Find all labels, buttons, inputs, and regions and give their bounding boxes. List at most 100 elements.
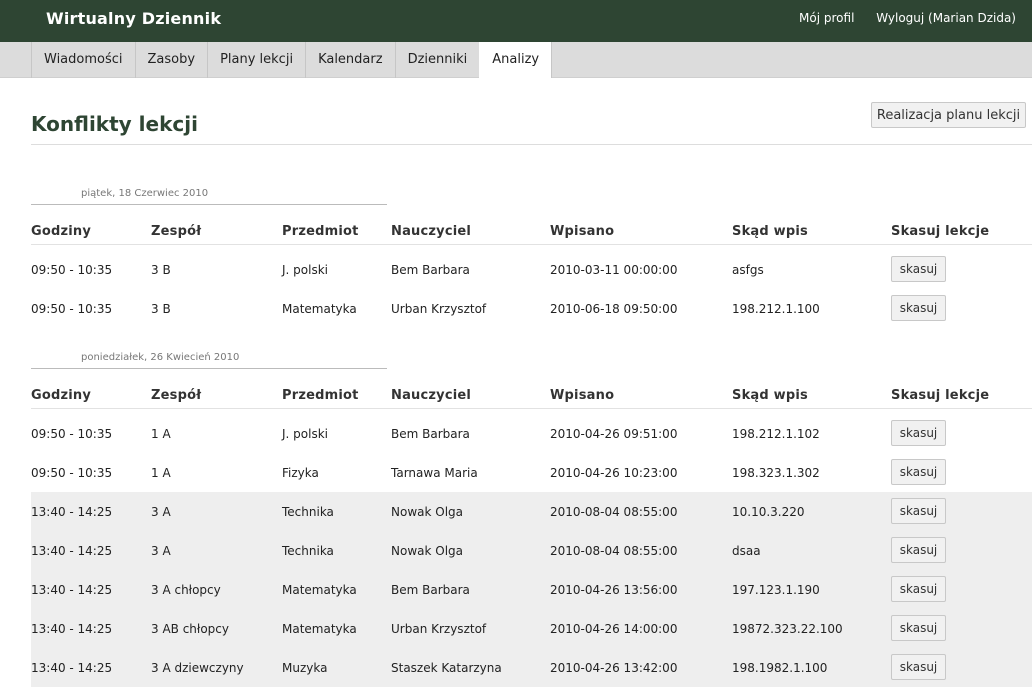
cell-teacher: Bem Barbara <box>391 263 470 277</box>
delete-lesson-button[interactable]: skasuj <box>891 615 946 641</box>
cell-subject: Muzyka <box>282 661 328 675</box>
cell-entered: 2010-08-04 08:55:00 <box>550 505 678 519</box>
app-title: Wirtualny Dziennik <box>46 9 222 28</box>
tab-dzienniki[interactable]: Dzienniki <box>394 42 480 78</box>
cell-team: 3 B <box>151 263 171 277</box>
table-row: 13:40 - 14:25 3 A dziewczyny Muzyka Staszek… <box>31 648 1032 687</box>
tab-plany-lekcji[interactable]: Plany lekcji <box>207 42 305 78</box>
column-header-subject: Przedmiot <box>282 388 359 403</box>
logout-link[interactable]: Wyloguj (Marian Dzida) <box>876 11 1016 25</box>
column-header-hours: Godziny <box>31 224 92 239</box>
cell-teacher: Bem Barbara <box>391 583 470 597</box>
column-header-delete: Skasuj lekcje <box>891 388 990 403</box>
group-date: piątek, 18 Czerwiec 2010 <box>81 188 209 199</box>
table-row: 09:50 - 10:35 3 B Matematyka Urban Krzyszto… <box>31 289 1032 328</box>
delete-lesson-button[interactable]: skasuj <box>891 576 946 602</box>
cell-teacher: Urban Krzysztof <box>391 302 487 316</box>
cell-source: 198.323.1.302 <box>732 466 820 480</box>
tab-zasoby[interactable]: Zasoby <box>134 42 208 78</box>
column-header-team: Zespół <box>151 224 202 239</box>
cell-hours: 13:40 - 14:25 <box>31 622 113 636</box>
column-header-hours: Godziny <box>31 388 92 403</box>
cell-entered: 2010-04-26 09:51:00 <box>550 427 678 441</box>
cell-hours: 13:40 - 14:25 <box>31 661 113 675</box>
cell-entered: 2010-04-26 10:23:00 <box>550 466 678 480</box>
cell-entered: 2010-04-26 14:00:00 <box>550 622 678 636</box>
cell-team: 3 B <box>151 302 171 316</box>
column-header-teacher: Nauczyciel <box>391 224 472 239</box>
cell-entered: 2010-06-18 09:50:00 <box>550 302 678 316</box>
delete-lesson-button[interactable]: skasuj <box>891 498 946 524</box>
cell-teacher: Tarnawa Maria <box>391 466 478 480</box>
delete-lesson-button[interactable]: skasuj <box>891 256 946 282</box>
date-divider <box>31 204 387 205</box>
cell-source: 198.212.1.102 <box>732 427 820 441</box>
cell-source: 10.10.3.220 <box>732 505 805 519</box>
lesson-plan-realization-button[interactable]: Realizacja planu lekcji <box>871 102 1026 128</box>
cell-source: dsaa <box>732 544 761 558</box>
cell-team: 1 A <box>151 466 171 480</box>
cell-subject: Matematyka <box>282 302 357 316</box>
cell-subject: Fizyka <box>282 466 319 480</box>
cell-entered: 2010-03-11 00:00:00 <box>550 263 678 277</box>
cell-teacher: Staszek Katarzyna <box>391 661 502 675</box>
cell-entered: 2010-08-04 08:55:00 <box>550 544 678 558</box>
cell-hours: 13:40 - 14:25 <box>31 505 113 519</box>
table-body: 09:50 - 10:35 3 B J. polski Bem Barbara 2010… <box>31 250 1032 328</box>
cell-hours: 13:40 - 14:25 <box>31 583 113 597</box>
cell-subject: Matematyka <box>282 583 357 597</box>
table-row: 13:40 - 14:25 3 A chłopcy Matematyka Bem Ba… <box>31 570 1032 609</box>
cell-subject: Matematyka <box>282 622 357 636</box>
table-row: 13:40 - 14:25 3 AB chłopcy Matematyka Urban… <box>31 609 1032 648</box>
delete-lesson-button[interactable]: skasuj <box>891 654 946 680</box>
table-row: 13:40 - 14:25 3 A Technika Nowak Olga 2010-0… <box>31 531 1032 570</box>
column-header-teacher: Nauczyciel <box>391 388 472 403</box>
cell-team: 1 A <box>151 427 171 441</box>
table-row: 09:50 - 10:35 1 A J. polski Bem Barbara 2010… <box>31 414 1032 453</box>
table-header: Godziny Zespół Przedmiot Nauczyciel Wpisano S… <box>31 224 1032 245</box>
date-divider <box>31 368 387 369</box>
cell-teacher: Nowak Olga <box>391 505 463 519</box>
delete-lesson-button[interactable]: skasuj <box>891 295 946 321</box>
tab-wiadomości[interactable]: Wiadomości <box>31 42 135 78</box>
group-date: poniedziałek, 26 Kwiecień 2010 <box>81 352 240 363</box>
cell-source: 198.212.1.100 <box>732 302 820 316</box>
table-row: 09:50 - 10:35 1 A Fizyka Tarnawa Maria 2010-… <box>31 453 1032 492</box>
column-header-entered: Wpisano <box>550 224 615 239</box>
cell-teacher: Nowak Olga <box>391 544 463 558</box>
tab-analizy[interactable]: Analizy <box>479 42 553 78</box>
table-row: 13:40 - 14:25 3 A Technika Nowak Olga 2010-0… <box>31 492 1032 531</box>
nav-tabs-bar: Wiadomości Zasoby Plany lekcji Kalendarz Dzi… <box>0 42 1032 78</box>
cell-subject: J. polski <box>282 263 328 277</box>
cell-team: 3 A <box>151 505 171 519</box>
nav-tabs: Wiadomości Zasoby Plany lekcji Kalendarz Dzi… <box>31 42 553 78</box>
cell-source: asfgs <box>732 263 764 277</box>
table-header: Godziny Zespół Przedmiot Nauczyciel Wpisano S… <box>31 388 1032 409</box>
cell-teacher: Bem Barbara <box>391 427 470 441</box>
delete-lesson-button[interactable]: skasuj <box>891 537 946 563</box>
table-row: 09:50 - 10:35 3 B J. polski Bem Barbara 2010… <box>31 250 1032 289</box>
cell-hours: 09:50 - 10:35 <box>31 427 113 441</box>
header-divider <box>31 144 1032 145</box>
cell-team: 3 A <box>151 544 171 558</box>
table-body: 09:50 - 10:35 1 A J. polski Bem Barbara 2010… <box>31 414 1032 687</box>
cell-subject: Technika <box>282 505 334 519</box>
cell-source: 197.123.1.190 <box>732 583 820 597</box>
cell-hours: 09:50 - 10:35 <box>31 302 113 316</box>
column-header-entered: Wpisano <box>550 388 615 403</box>
cell-subject: J. polski <box>282 427 328 441</box>
top-bar: Wirtualny Dziennik Mój profil Wyloguj (M… <box>0 0 1032 42</box>
column-header-subject: Przedmiot <box>282 224 359 239</box>
user-links: Mój profil Wyloguj (Marian Dzida) <box>781 11 1016 25</box>
tab-kalendarz[interactable]: Kalendarz <box>305 42 395 78</box>
cell-hours: 13:40 - 14:25 <box>31 544 113 558</box>
delete-lesson-button[interactable]: skasuj <box>891 459 946 485</box>
cell-source: 198.1982.1.100 <box>732 661 828 675</box>
column-header-delete: Skasuj lekcje <box>891 224 990 239</box>
my-profile-link[interactable]: Mój profil <box>799 11 854 25</box>
cell-teacher: Urban Krzysztof <box>391 622 487 636</box>
cell-subject: Technika <box>282 544 334 558</box>
cell-entered: 2010-04-26 13:56:00 <box>550 583 678 597</box>
delete-lesson-button[interactable]: skasuj <box>891 420 946 446</box>
cell-team: 3 AB chłopcy <box>151 622 229 636</box>
